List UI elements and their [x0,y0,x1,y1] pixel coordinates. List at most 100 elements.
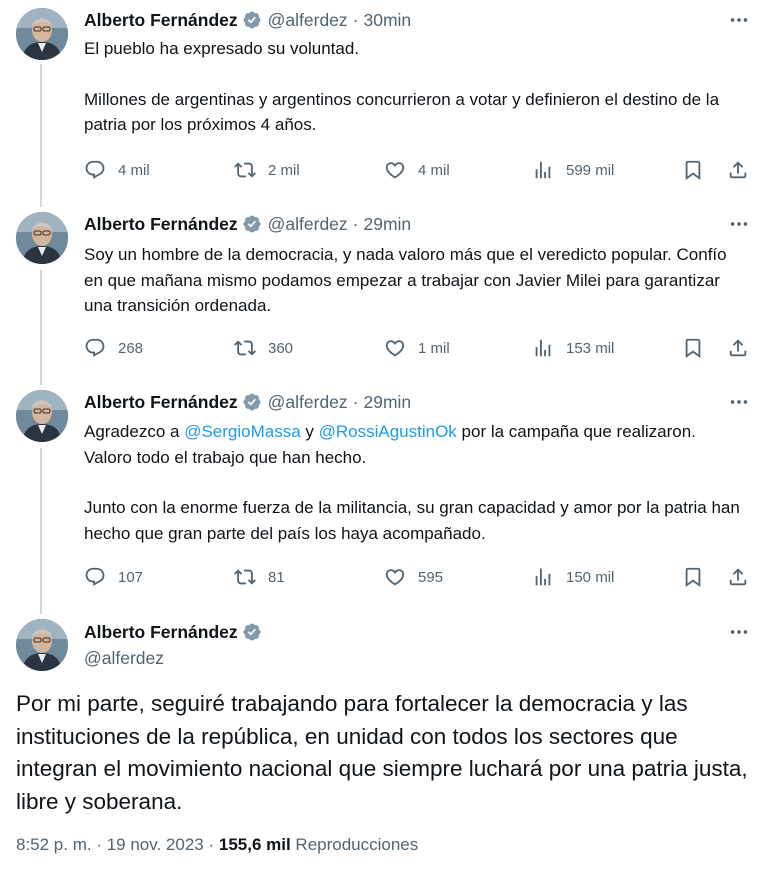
like-button[interactable]: 4 mil [384,156,450,184]
tweet-paragraph: Junto con la enorme fuerza de la militan… [84,498,740,543]
tweet-header: Alberto Fernández @alferdez · 30min [84,8,411,32]
author-name[interactable]: Alberto Fernández [84,392,238,413]
views-total: 155,6 mil [218,835,291,854]
separator: · [352,391,359,412]
more-options-button[interactable] [724,620,754,644]
reply-button[interactable]: 4 mil [84,156,150,184]
tweet-header: Alberto Fernández [84,620,268,644]
author-handle[interactable]: @alferdez [268,392,348,413]
bookmark-button[interactable] [682,334,704,362]
tweet-timestamp[interactable]: 8:52 p. m. · 19 nov. 2023 · [16,835,219,854]
mention-link[interactable]: @RossiAgustinOk [319,422,457,441]
retweet-button[interactable]: 81 [234,563,285,591]
tweet-actions: 268 360 1 mil 153 mil [84,334,756,362]
author-name[interactable]: Alberto Fernández [84,214,238,235]
retweet-button[interactable]: 2 mil [234,156,300,184]
bookmark-button[interactable] [682,563,704,591]
reply-button[interactable]: 107 [84,563,143,591]
reply-count: 107 [118,568,144,586]
like-button[interactable]: 1 mil [384,334,450,362]
reply-count: 4 mil [118,161,150,179]
bookmark-button[interactable] [682,156,704,184]
author-handle[interactable]: @alferdez [268,214,348,235]
text-segment: y [300,422,319,441]
like-icon [384,337,406,359]
separator: · [352,9,359,30]
text-segment: Agradezco a [84,422,185,441]
author-handle[interactable]: @alferdez [268,10,348,31]
like-icon [384,159,406,181]
reply-button[interactable]: 268 [84,334,143,362]
retweet-count: 360 [268,339,294,357]
avatar[interactable] [16,8,68,60]
retweet-icon [234,337,256,359]
views-count: 153 mil [566,339,615,357]
author-name[interactable]: Alberto Fernández [84,622,238,643]
tweet-time[interactable]: 29min [364,214,412,235]
tweet-actions: 107 81 595 150 mil [84,563,756,591]
retweet-count: 2 mil [268,161,300,179]
tweet-text: El pueblo ha expresado su voluntad. Mill… [84,36,744,138]
views-button[interactable]: 150 mil [532,563,614,591]
tweet-text: Agradezco a @SergioMassa y @RossiAgustin… [84,419,744,546]
bookmark-icon [682,566,704,588]
tweet-paragraph: Soy un hombre de la democracia, y nada v… [84,245,727,315]
more-icon [728,213,750,235]
views-button[interactable]: 599 mil [532,156,614,184]
tweet-time[interactable]: 30min [364,10,412,31]
like-button[interactable]: 595 [384,563,443,591]
verified-badge-icon[interactable] [242,622,262,642]
main-tweet-text: Por mi parte, seguiré trabajando para fo… [16,691,748,814]
avatar[interactable] [16,390,68,442]
thread-line [40,270,42,385]
share-button[interactable] [727,563,749,591]
retweet-icon [234,566,256,588]
tweet-header: Alberto Fernández @alferdez · 29min [84,212,411,236]
like-count: 595 [418,568,444,586]
like-count: 1 mil [418,339,450,357]
views-button[interactable]: 153 mil [532,334,614,362]
more-options-button[interactable] [724,212,754,236]
reply-count: 268 [118,339,144,357]
tweet-text: Soy un hombre de la democracia, y nada v… [84,242,744,319]
reply-icon [84,566,106,588]
avatar[interactable] [16,212,68,264]
like-count: 4 mil [418,161,450,179]
tweet-paragraph: Millones de argentinas y argentinos conc… [84,89,720,135]
verified-badge-icon[interactable] [242,10,262,30]
mention-link[interactable]: @SergioMassa [184,422,300,441]
more-icon [728,391,750,413]
retweet-count: 81 [268,568,285,586]
more-icon [728,9,750,31]
tweet-paragraph: Agradezco a @SergioMassa y @RossiAgustin… [84,419,744,470]
tweet-time[interactable]: 29min [364,392,412,413]
verified-badge-icon[interactable] [242,214,262,234]
avatar[interactable] [16,619,68,671]
tweet-meta: 8:52 p. m. · 19 nov. 2023 · 155,6 mil Re… [16,835,418,855]
tweet-paragraph: El pueblo ha expresado su voluntad. [84,39,360,58]
bookmark-icon [682,337,704,359]
author-handle[interactable]: @alferdez [84,648,164,669]
share-icon [727,566,749,588]
more-icon [728,621,750,643]
retweet-icon [234,159,256,181]
author-name[interactable]: Alberto Fernández [84,10,238,31]
share-button[interactable] [727,156,749,184]
retweet-button[interactable]: 360 [234,334,293,362]
like-icon [384,566,406,588]
thread-line [40,448,42,614]
tweet-header: Alberto Fernández @alferdez · 29min [84,390,411,414]
tweet-actions: 4 mil 2 mil 4 mil 599 mil [84,156,756,184]
reply-icon [84,337,106,359]
reply-icon [84,159,106,181]
views-count: 599 mil [566,161,615,179]
thread-line [40,64,42,207]
views-icon [532,566,554,588]
share-button[interactable] [727,334,749,362]
views-icon [532,159,554,181]
more-options-button[interactable] [724,8,754,32]
more-options-button[interactable] [724,390,754,414]
bookmark-icon [682,159,704,181]
verified-badge-icon[interactable] [242,392,262,412]
tweet-handle-row: @alferdez [84,646,164,670]
